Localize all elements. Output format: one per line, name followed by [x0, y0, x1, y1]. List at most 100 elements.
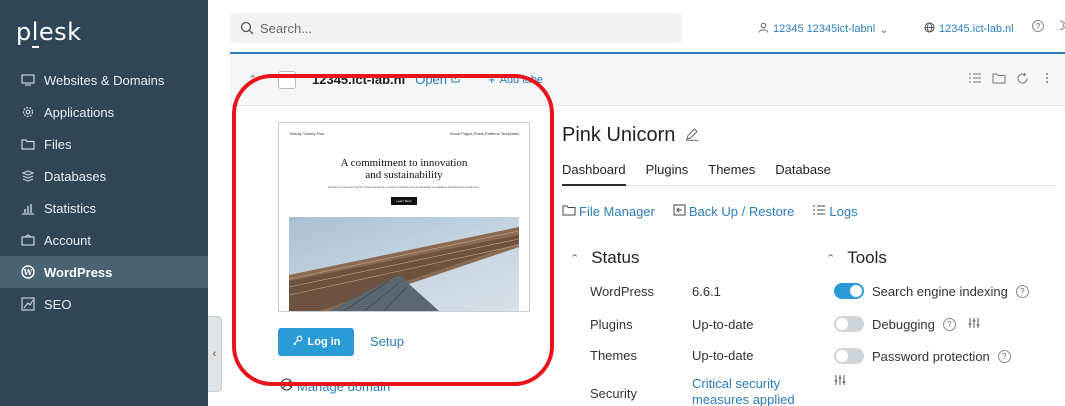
manage-domain-label: Manage domain: [297, 378, 391, 394]
add-label-button[interactable]: + Add labe: [488, 72, 543, 87]
thumbnail-nav: Twenty Twenty-Five Home Pages Posts Patt…: [289, 131, 519, 136]
open-site-link[interactable]: Open: [415, 72, 460, 87]
backup-restore-link[interactable]: Back Up / Restore: [673, 204, 794, 219]
open-label: Open: [415, 72, 448, 87]
list-icon: [812, 204, 826, 219]
domain-menu[interactable]: 12345.ict-lab.nl: [924, 22, 1014, 36]
theme-toggle-icon[interactable]: ☽: [1055, 18, 1065, 34]
seo-icon: [20, 296, 36, 312]
thumbnail-photo: [289, 217, 519, 311]
site-actions: File Manager Back Up / Restore Logs: [562, 204, 876, 219]
add-label-text: Add labe: [499, 73, 544, 86]
wordpress-icon: W: [20, 264, 36, 280]
select-checkbox[interactable]: [278, 70, 296, 89]
status-label-wordpress: WordPress: [590, 284, 655, 299]
external-link-icon: [451, 74, 460, 86]
sidebar-item-label: WordPress: [44, 264, 113, 280]
refresh-icon[interactable]: [1016, 72, 1029, 88]
svg-text:W: W: [23, 267, 34, 277]
debugging-toggle[interactable]: [834, 316, 864, 332]
log-in-label: Log in: [307, 336, 341, 348]
status-label-plugins: Plugins: [590, 317, 633, 332]
search-box[interactable]: [230, 13, 682, 43]
status-label-security: Security: [590, 386, 637, 401]
sidebar-item-wordpress[interactable]: W WordPress: [0, 256, 208, 288]
sidebar-item-applications[interactable]: Applications: [0, 96, 208, 128]
site-tabs: Dashboard Plugins Themes Database: [562, 162, 1056, 186]
card-header-icons: [968, 72, 1049, 88]
search-input[interactable]: [260, 20, 660, 36]
status-value-security[interactable]: Critical security measures applied: [692, 376, 795, 406]
thumbnail-headline: A commitment to innovation and sustainab…: [279, 157, 529, 181]
list-view-icon[interactable]: [968, 72, 982, 88]
plesk-window: plesk Websites & Domains Applications Fi…: [0, 0, 1065, 406]
sidebar-item-files[interactable]: Files: [0, 128, 208, 160]
password-protection-toggle[interactable]: [834, 348, 864, 364]
folder-icon[interactable]: [992, 72, 1006, 88]
website-card: ⌃ 12345.ict-lab.nl Open + Add labe Twent…: [230, 52, 1065, 406]
status-value-themes: Up-to-date: [692, 348, 754, 363]
status-section-header[interactable]: ⌃ Status: [570, 248, 639, 268]
collapse-chevron-icon[interactable]: ⌃: [248, 73, 260, 86]
card-header: ⌃ 12345.ict-lab.nl Open + Add labe: [230, 54, 1065, 106]
tool-debugging: Debugging ?: [834, 316, 980, 332]
folder-icon: [562, 204, 576, 219]
thumbnail-menu: Home Pages Posts Patterns Templates: [449, 131, 519, 136]
sidebar-item-account[interactable]: Account: [0, 224, 208, 256]
security-line-2: measures applied: [692, 392, 795, 406]
user-name: 12345 12345ict-labnl: [773, 23, 876, 35]
sidebar-collapse-button[interactable]: ‹: [208, 316, 222, 392]
help-icon[interactable]: ?: [1015, 284, 1029, 298]
help-icon[interactable]: ?: [942, 317, 956, 331]
tools-section-header[interactable]: ⌃ Tools: [826, 248, 887, 268]
file-manager-link[interactable]: File Manager: [562, 204, 655, 219]
tab-dashboard[interactable]: Dashboard: [562, 162, 626, 186]
more-icon[interactable]: [1045, 72, 1049, 88]
help-icon[interactable]: ?: [1032, 20, 1044, 32]
thumbnail-button: Learn More: [391, 197, 417, 205]
chevron-left-icon: ‹: [212, 348, 217, 360]
log-in-button[interactable]: Log in: [278, 328, 354, 356]
settings-sliders-icon[interactable]: [834, 374, 846, 389]
sidebar-item-label: Files: [44, 136, 72, 152]
tab-database[interactable]: Database: [775, 162, 831, 186]
site-thumbnail[interactable]: Twenty Twenty-Five Home Pages Posts Patt…: [278, 122, 530, 312]
search-engine-indexing-toggle[interactable]: [834, 283, 864, 299]
status-label-themes: Themes: [590, 348, 637, 363]
sidebar-item-seo[interactable]: SEO: [0, 288, 208, 320]
settings-sliders-icon[interactable]: [968, 317, 980, 332]
logs-link[interactable]: Logs: [812, 204, 858, 219]
sidebar: plesk Websites & Domains Applications Fi…: [0, 0, 208, 406]
database-icon: [20, 168, 36, 184]
domain-name: 12345.ict-lab.nl: [939, 23, 1014, 35]
password-protection-label: Password protection: [872, 348, 990, 364]
thumbnail-site-name: Twenty Twenty-Five: [289, 131, 325, 136]
plesk-logo[interactable]: plesk: [16, 18, 82, 48]
card-domain-name[interactable]: 12345.ict-lab.nl: [312, 72, 405, 87]
debugging-label: Debugging: [872, 316, 935, 332]
help-icon[interactable]: ?: [997, 349, 1011, 363]
chevron-down-icon: ⌄: [879, 23, 889, 36]
site-title-text: Pink Unicorn: [562, 124, 676, 146]
search-icon: [240, 21, 254, 35]
tab-themes[interactable]: Themes: [708, 162, 755, 186]
tab-plugins[interactable]: Plugins: [646, 162, 689, 186]
sidebar-nav: Websites & Domains Applications Files Da…: [0, 64, 208, 320]
sidebar-item-databases[interactable]: Databases: [0, 160, 208, 192]
chevron-up-icon: ⌃: [570, 252, 580, 265]
sidebar-item-statistics[interactable]: Statistics: [0, 192, 208, 224]
thumbnail-subtext: Études is a pioneering firm that seamles…: [328, 185, 480, 189]
setup-link[interactable]: Setup: [370, 334, 404, 349]
edit-pencil-icon[interactable]: [685, 127, 699, 144]
security-line-1: Critical security: [692, 376, 781, 391]
manage-domain-link[interactable]: Manage domain: [280, 378, 390, 394]
file-manager-label: File Manager: [579, 204, 655, 219]
sidebar-item-label: Applications: [44, 104, 115, 120]
top-bar: 12345 12345ict-labnl ⌄ 12345.ict-lab.nl …: [208, 0, 1065, 52]
user-icon: [758, 22, 769, 36]
status-value-wordpress: 6.6.1: [692, 284, 721, 299]
key-icon: [292, 335, 303, 349]
tool-search-engine-indexing: Search engine indexing ?: [834, 283, 1029, 299]
sidebar-item-websites-domains[interactable]: Websites & Domains: [0, 64, 208, 96]
user-menu[interactable]: 12345 12345ict-labnl ⌄: [758, 22, 888, 36]
